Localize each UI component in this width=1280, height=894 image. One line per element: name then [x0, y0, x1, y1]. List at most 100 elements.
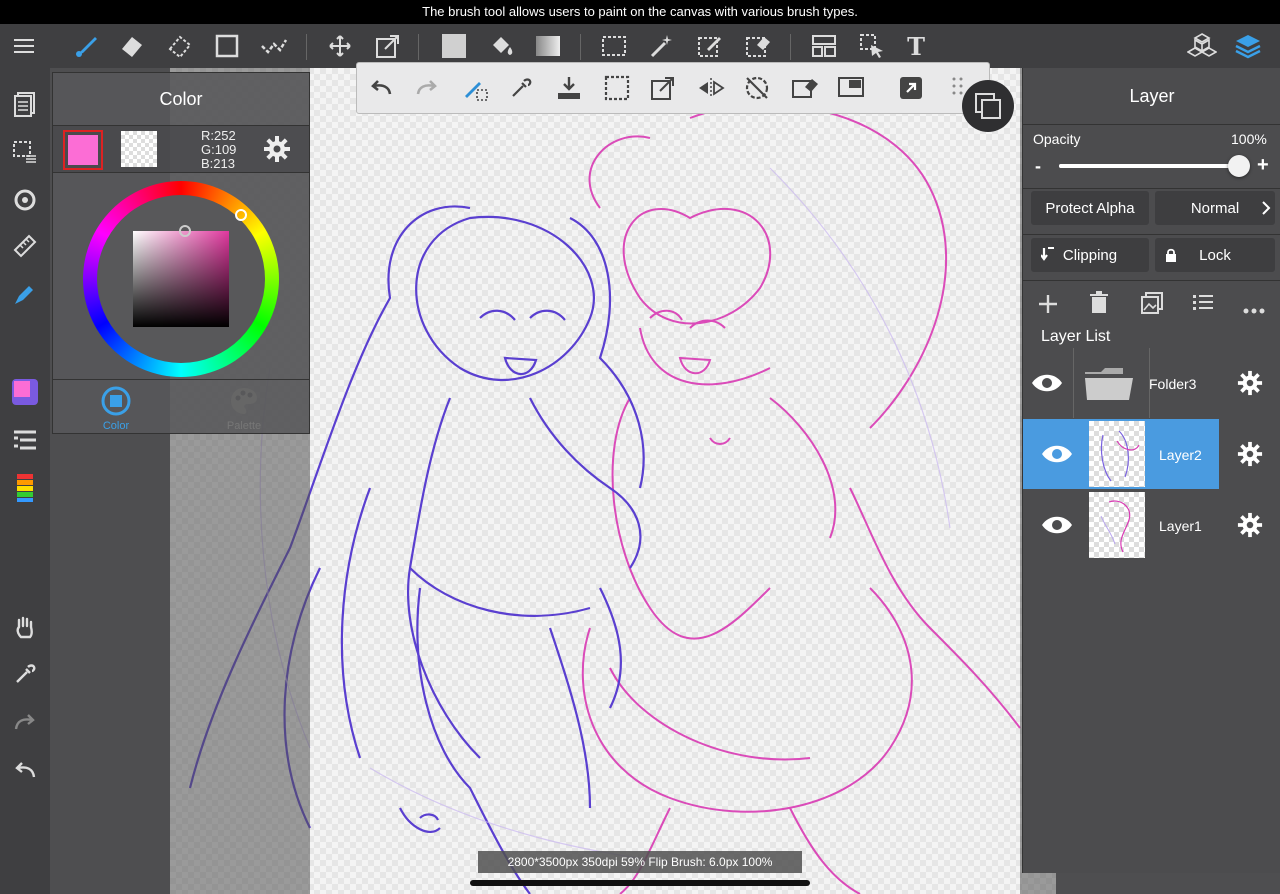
palette-icon — [231, 388, 257, 414]
brush-icon[interactable] — [70, 30, 102, 62]
layer-name: Folder3 — [1149, 376, 1197, 392]
hand-icon[interactable] — [9, 612, 41, 644]
opacity-slider-fill — [1059, 164, 1239, 168]
color-wheel[interactable] — [83, 181, 279, 377]
rotate-icon[interactable] — [9, 184, 41, 216]
pen-icon[interactable] — [9, 278, 41, 310]
clipping-label: Clipping — [1062, 246, 1118, 264]
green-value: G:109 — [201, 142, 237, 157]
layer-settings-gear-icon[interactable] — [1237, 512, 1263, 543]
hue-handle[interactable] — [235, 209, 247, 221]
layer-divider — [1073, 348, 1074, 418]
blur-eraser-icon[interactable] — [164, 30, 196, 62]
opacity-minus-button[interactable]: - — [1035, 156, 1041, 177]
layers-icon[interactable] — [1232, 30, 1264, 62]
panel-layout-icon[interactable] — [808, 30, 840, 62]
blend-mode-label: Normal — [1190, 199, 1240, 217]
visibility-eye-icon[interactable] — [1041, 443, 1073, 470]
toolbar-divider — [306, 34, 307, 60]
clip-lock-row: Clipping Lock — [1023, 234, 1280, 281]
tab-color-label: Color — [102, 420, 130, 432]
color-settings-gear-icon[interactable] — [263, 135, 291, 163]
blend-mode-select[interactable]: Normal — [1155, 191, 1275, 225]
text-icon[interactable]: T — [900, 30, 932, 62]
color-bars-icon[interactable] — [9, 472, 41, 504]
layer-row[interactable]: Layer2 — [1023, 419, 1280, 489]
opacity-plus-button[interactable]: + — [1257, 154, 1269, 177]
visibility-eye-icon[interactable] — [1031, 372, 1063, 399]
move-icon[interactable] — [324, 30, 356, 62]
tab-palette[interactable]: Palette — [211, 384, 277, 434]
float-bar-toggle-icon[interactable] — [962, 80, 1014, 132]
pages-icon[interactable] — [9, 88, 41, 120]
layer-list-icon[interactable] — [9, 424, 41, 456]
select-eraser-icon[interactable] — [742, 30, 774, 62]
undo-icon[interactable] — [9, 754, 41, 786]
tab-color[interactable]: Color — [83, 384, 149, 434]
clipping-button[interactable]: Clipping — [1031, 238, 1149, 272]
selection-layer-icon[interactable] — [9, 136, 41, 168]
opacity-slider-track[interactable] — [1059, 164, 1239, 168]
window-icon[interactable] — [835, 72, 867, 104]
main-color-swatch[interactable] — [63, 130, 103, 170]
brush-clear-icon[interactable] — [459, 72, 491, 104]
layer-list-view-icon[interactable] — [1193, 294, 1213, 317]
flip-icon[interactable] — [695, 72, 727, 104]
sub-color-swatch[interactable] — [121, 131, 157, 167]
transform-icon[interactable] — [647, 72, 679, 104]
delete-layer-icon[interactable] — [1089, 291, 1109, 320]
fill-color-icon[interactable] — [438, 30, 470, 62]
left-tool-rail — [0, 68, 50, 894]
layer-row[interactable]: Folder3 — [1023, 348, 1280, 418]
select-rect-icon[interactable] — [598, 30, 630, 62]
sv-handle[interactable] — [179, 225, 191, 237]
undo-icon[interactable] — [365, 72, 397, 104]
protect-alpha-button[interactable]: Protect Alpha — [1031, 191, 1149, 225]
ruler-icon[interactable] — [9, 230, 41, 262]
color-tab-icon — [101, 386, 131, 416]
magic-wand-icon[interactable] — [646, 30, 678, 62]
opacity-slider-knob[interactable] — [1228, 155, 1250, 177]
select-pen-icon[interactable] — [694, 30, 726, 62]
home-indicator[interactable] — [470, 880, 810, 886]
opacity-slider-row: - + — [1023, 154, 1280, 178]
layer-image-icon[interactable] — [1141, 292, 1163, 319]
toolbar-divider — [418, 34, 419, 60]
redo-icon[interactable] — [411, 72, 443, 104]
expand-icon[interactable] — [895, 72, 927, 104]
eraser-icon[interactable] — [116, 30, 148, 62]
saturation-value-square[interactable] — [133, 231, 229, 327]
color-swatch-icon[interactable] — [9, 376, 41, 408]
bucket-icon[interactable] — [486, 30, 518, 62]
caption-bar: The brush tool allows users to paint on … — [0, 0, 1280, 24]
folder-icon — [1083, 366, 1135, 407]
materials-icon[interactable] — [1186, 30, 1218, 62]
layer-settings-gear-icon[interactable] — [1237, 370, 1263, 401]
color-swatch-row: R:252 G:109 B:213 — [53, 125, 309, 173]
layer-name: Layer2 — [1159, 447, 1202, 463]
import-icon[interactable] — [553, 72, 585, 104]
toolbar-divider — [580, 34, 581, 60]
redo-icon[interactable] — [9, 706, 41, 738]
more-options-icon[interactable] — [1243, 301, 1265, 319]
clear-icon[interactable] — [789, 72, 821, 104]
layer-row[interactable]: Layer1 — [1023, 490, 1280, 560]
dotted-line-icon[interactable] — [258, 30, 290, 62]
layer-list-title: Layer List — [1041, 328, 1111, 345]
select-arrow-icon[interactable] — [856, 30, 888, 62]
gradient-icon[interactable] — [532, 30, 564, 62]
transform-icon[interactable] — [372, 30, 404, 62]
lock-button[interactable]: Lock — [1155, 238, 1275, 272]
layer-settings-gear-icon[interactable] — [1237, 441, 1263, 472]
eyedropper-icon[interactable] — [505, 72, 537, 104]
color-panel-tabs: Color Palette — [53, 379, 309, 434]
eyedropper-icon[interactable] — [9, 658, 41, 690]
visibility-eye-icon[interactable] — [1041, 514, 1073, 541]
menu-icon[interactable] — [8, 30, 40, 62]
rotate-reset-icon[interactable] — [741, 72, 773, 104]
red-value: R:252 — [201, 128, 236, 143]
rectangle-icon[interactable] — [211, 30, 243, 62]
add-layer-icon[interactable] — [1037, 293, 1059, 320]
main-color-fill — [68, 135, 98, 165]
deselect-icon[interactable] — [601, 72, 633, 104]
